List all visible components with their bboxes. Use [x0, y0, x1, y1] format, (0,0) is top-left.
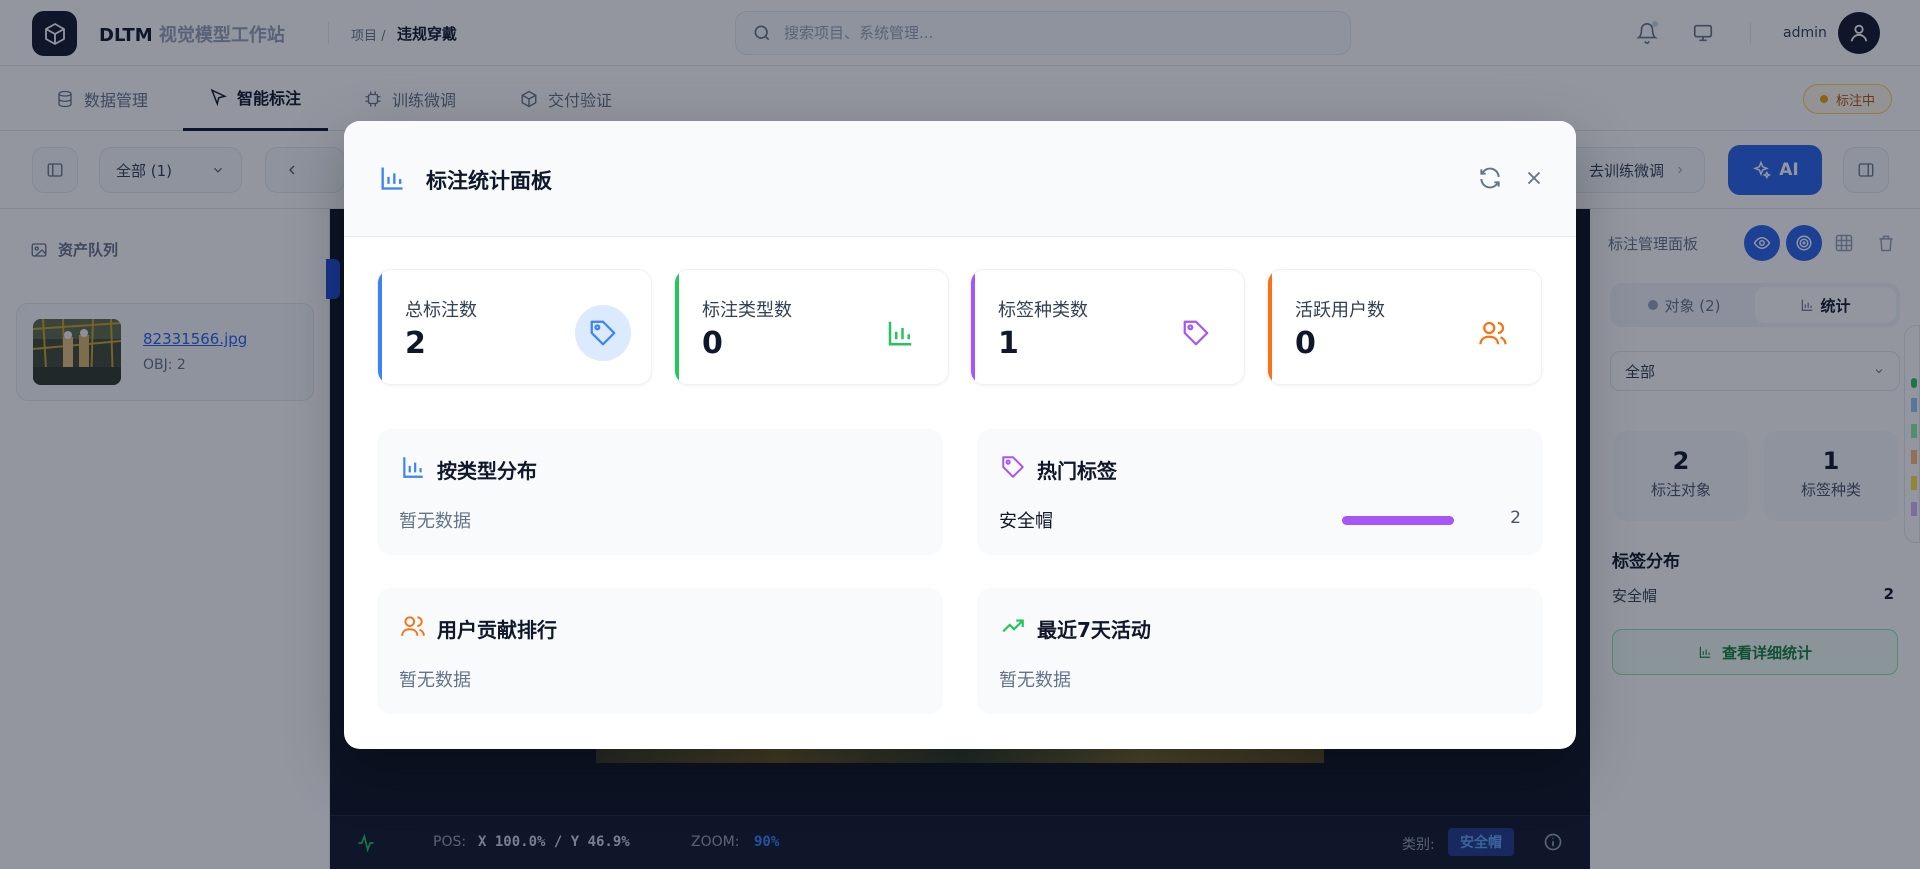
panel-icon: [999, 453, 1027, 481]
user-ranking-panel: 用户贡献排行 暂无数据: [377, 588, 943, 714]
panel-title: 用户贡献排行: [437, 618, 557, 642]
stat-card-label-kinds: 标签种类数 1: [970, 269, 1245, 385]
type-distribution-panel: 按类型分布 暂无数据: [377, 429, 943, 555]
accent-bar: [378, 270, 382, 384]
panel-icon: [399, 453, 427, 481]
recent-activity-panel: 最近7天活动 暂无数据: [977, 588, 1543, 714]
accent-bar: [1268, 270, 1272, 384]
stat-card-label: 标签种类数: [998, 300, 1088, 321]
stat-card-icon: [575, 305, 631, 361]
panel-icon: [999, 612, 1027, 640]
annotation-stats-modal: 标注统计面板 总标注数 2 标注类型数 0 标签种类数 1 活跃用户数 0 按类…: [344, 121, 1576, 749]
accent-bar: [675, 270, 679, 384]
tag-icon: [590, 320, 616, 346]
stat-card-label: 标注类型数: [702, 300, 792, 321]
bar-chart-icon: [403, 457, 423, 478]
stat-card-value: 2: [405, 326, 426, 361]
modal-header: 标注统计面板: [344, 121, 1576, 237]
stat-card-total-annotations: 总标注数 2: [377, 269, 652, 385]
stat-card-value: 1: [998, 326, 1019, 361]
refresh-button[interactable]: [1475, 163, 1505, 193]
stat-card-value: 0: [1295, 326, 1316, 361]
empty-state: 暂无数据: [399, 670, 471, 691]
accent-bar: [971, 270, 975, 384]
stat-card-icon: [1465, 305, 1521, 361]
panel-title: 按类型分布: [437, 459, 537, 483]
close-button[interactable]: [1519, 163, 1549, 193]
hot-tag-name: 安全帽: [999, 511, 1053, 532]
panel-icon: [399, 612, 427, 640]
hot-tag-bar-fill: [1342, 516, 1454, 525]
users-icon: [401, 616, 425, 636]
bar-chart-icon: [381, 167, 403, 190]
stat-card-active-users: 活跃用户数 0: [1267, 269, 1542, 385]
hot-tag-count: 2: [1510, 508, 1521, 528]
hot-tags-panel: 热门标签 安全帽 2: [977, 429, 1543, 555]
panel-title: 热门标签: [1037, 459, 1117, 483]
empty-state: 暂无数据: [999, 670, 1071, 691]
stat-card-icon: [1168, 305, 1224, 361]
panel-title: 最近7天活动: [1037, 618, 1151, 642]
close-icon: [1527, 171, 1541, 185]
hot-tag-bar-track: [1342, 516, 1454, 525]
trending-up-icon: [1002, 619, 1024, 633]
tag-icon: [1183, 320, 1209, 346]
hot-tag-row: 安全帽 2: [999, 507, 1521, 532]
stat-card-icon: [872, 305, 928, 361]
stat-card-annotation-types: 标注类型数 0: [674, 269, 949, 385]
stat-card-label: 总标注数: [405, 300, 477, 321]
stat-card-label: 活跃用户数: [1295, 300, 1385, 321]
stat-card-value: 0: [702, 326, 723, 361]
tag-icon: [1002, 456, 1024, 478]
bar-chart-icon: [888, 321, 912, 346]
empty-state: 暂无数据: [399, 511, 471, 532]
users-icon: [1479, 321, 1507, 345]
modal-title: 标注统计面板: [426, 169, 552, 193]
refresh-icon: [1480, 167, 1500, 189]
